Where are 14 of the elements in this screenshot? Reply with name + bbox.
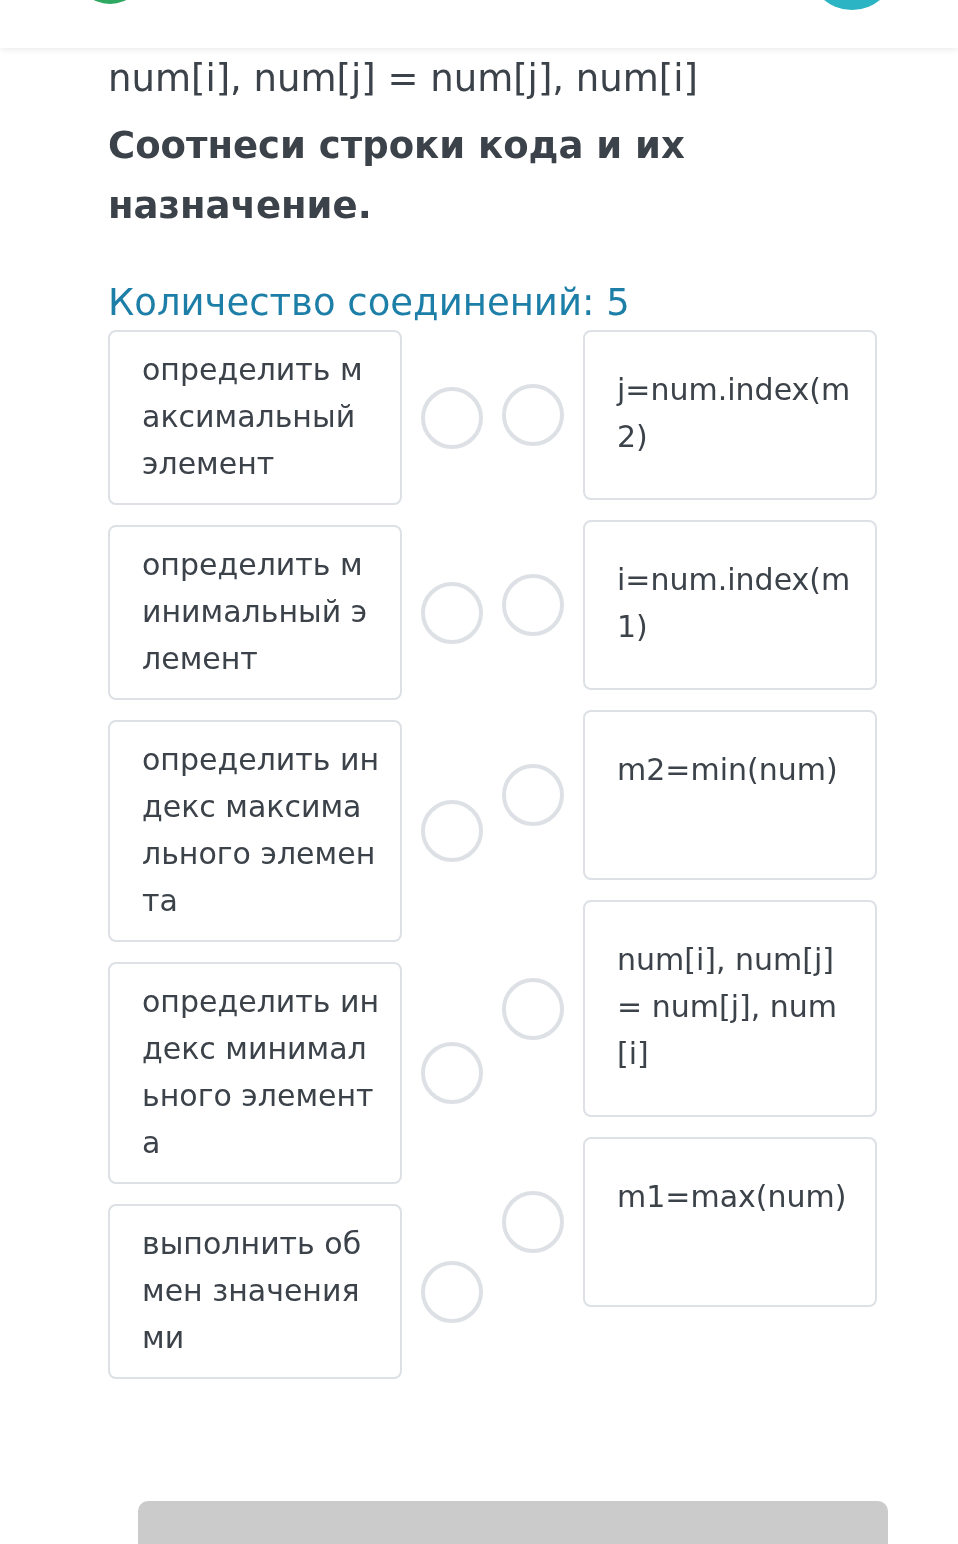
purpose-card[interactable]: определить индекс минимального элемента: [108, 962, 402, 1184]
connections-count: Количество соединений: 5: [108, 280, 631, 326]
purpose-card[interactable]: определить минимальный элемент: [108, 525, 402, 700]
code-card[interactable]: num[i], num[j] = num[j], num[i]: [583, 900, 877, 1117]
task-title: Соотнеси строки кода и их назначение.: [108, 123, 686, 229]
submit-button[interactable]: [138, 1501, 888, 1544]
code-card[interactable]: j=num.index(m2): [583, 330, 877, 500]
code-card[interactable]: i=num.index(m1): [583, 520, 877, 690]
purpose-card[interactable]: определить индекс максимального элемента: [108, 720, 402, 942]
code-card[interactable]: m2=min(num): [583, 710, 877, 880]
code-line: num[i], num[j] = num[j], num[i]: [108, 56, 699, 102]
purpose-card[interactable]: выполнить обмен значениями: [108, 1204, 402, 1379]
code-card[interactable]: m1=max(num): [583, 1137, 877, 1307]
purpose-card[interactable]: определить максимальный элемент: [108, 330, 402, 505]
